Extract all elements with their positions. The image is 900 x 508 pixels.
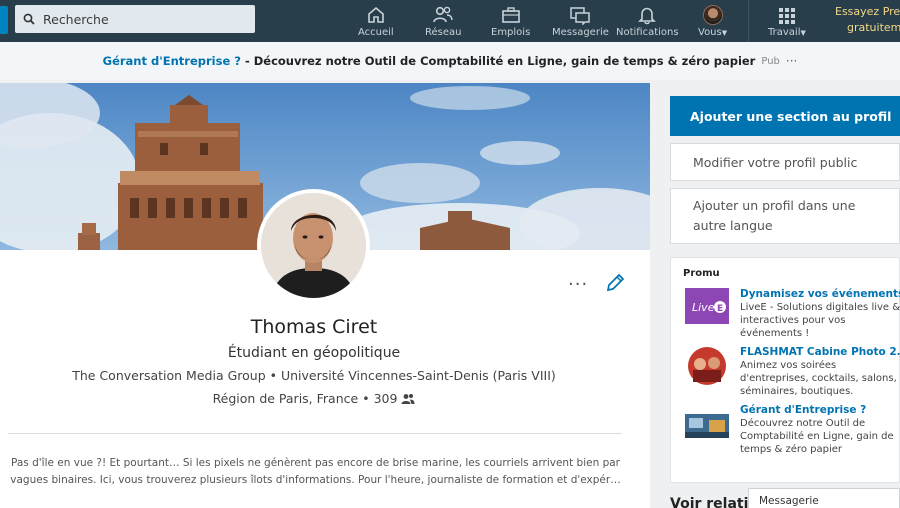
promo-title[interactable]: FLASHMAT Cabine Photo 2.0 [740,346,900,359]
nav-me-label: Vous▼ [698,27,728,38]
svg-text:Live: Live [692,301,715,314]
messaging-icon [570,7,591,25]
nav-work-label: Travail▼ [768,27,806,38]
edit-public-profile-button[interactable]: Modifier votre profil public [670,143,900,181]
nav-home[interactable]: Accueil [358,3,394,38]
flashmat-photo-icon [685,346,729,386]
bell-icon [638,7,657,25]
caret-down-icon: ▼ [721,29,728,37]
profile-location: Région de Paris, France • 309 [0,391,628,406]
profile-headline: Étudiant en géopolitique [227,345,401,361]
profile-summary[interactable]: Pas d'île en vue ?! Et pourtant… Si les … [8,455,623,489]
promo-text: Animez vos soirées d'entreprises, cockta… [740,360,897,397]
ad-link[interactable]: Gérant d'Entreprise ? [103,54,241,68]
nav-messaging[interactable]: Messagerie [552,3,609,38]
nav-network[interactable]: Réseau [425,3,461,38]
premium-line1: Essayez Prem [835,5,900,18]
profile-divider [8,433,622,434]
location-text: Région de Paris, France [212,391,359,406]
promo-title[interactable]: Gérant d'Entreprise ? [740,404,900,417]
nav-home-label: Accueil [358,27,394,38]
see-connections-heading[interactable]: Voir relatio [670,496,758,508]
add-profile-section-button[interactable]: Ajouter une section au profil [670,96,900,136]
top-navbar: Accueil Réseau Emplois [0,0,900,42]
premium-line2: gratuitem [847,21,900,34]
nav-separator [748,0,749,42]
network-icon [433,6,453,23]
svg-text:E: E [717,304,723,314]
connections-icon[interactable] [401,393,415,405]
promo-title[interactable]: Dynamisez vos événements [740,288,900,301]
more-actions-button[interactable]: ··· [568,274,588,295]
search-icon [23,13,35,25]
summary-line-1: Pas d'île en vue ?! Et pourtant… Si les … [11,457,620,469]
nav-me[interactable]: Vous▼ [698,3,727,38]
add-language-profile-button[interactable]: Ajouter un profil dans une autre langue [670,188,900,244]
promo-text: LiveE - Solutions digitales live & inter… [740,302,900,339]
livee-logo-icon: Live E [685,288,729,324]
promo-item[interactable]: FLASHMAT Cabine Photo 2.0 Animez vos soi… [685,346,900,398]
nav-network-label: Réseau [425,27,462,38]
promo-text: Découvrez notre Outil de Comptabilité en… [740,418,894,455]
messaging-bar[interactable]: Messagerie [748,488,900,508]
home-icon [368,6,384,23]
ad-separator: - [244,54,250,68]
nav-work[interactable]: Travail▼ [768,3,806,38]
briefcase-icon [501,7,520,23]
nav-jobs-label: Emplois [491,27,531,38]
nav-notifications[interactable]: Notifications [616,3,679,38]
promo-item[interactable]: Gérant d'Entreprise ? Découvrez notre Ou… [685,404,900,456]
location-bullet: • [362,391,370,406]
ad-banner[interactable]: Gérant d'Entreprise ? - Découvrez notre … [0,42,900,80]
premium-trial-link[interactable]: Essayez Prem gratuitem [835,4,900,36]
search-bar[interactable] [15,5,255,33]
summary-line-2: vagues binaires. Ici, vous trouverez plu… [10,474,621,486]
ad-pub-label: Pub [761,55,780,67]
profile-education[interactable]: The Conversation Media Group • Universit… [0,368,628,383]
promo-item[interactable]: Live E Dynamisez vos événements LiveE - … [685,288,900,340]
caret-down-icon: ▼ [800,29,806,37]
nav-jobs[interactable]: Emplois [491,3,530,38]
nav-notifications-label: Notifications [616,27,679,38]
profile-photo[interactable] [257,189,370,302]
grid-icon [778,8,795,24]
search-input[interactable] [43,11,243,27]
nav-messaging-label: Messagerie [552,27,609,38]
promoted-panel: Promu Live E Dynamisez vos événements Li… [670,257,900,483]
avatar [702,5,723,25]
office-photo-icon [685,414,729,450]
promoted-title: Promu [683,268,720,279]
linkedin-logo-icon[interactable] [0,6,8,34]
ad-text[interactable]: Découvrez notre Outil de Comptabilité en… [254,54,756,68]
ad-more-button[interactable]: ··· [786,54,797,68]
edit-pencil-icon[interactable] [604,272,626,294]
connections-count[interactable]: 309 [374,391,398,406]
profile-name: Thomas Ciret [250,316,378,338]
